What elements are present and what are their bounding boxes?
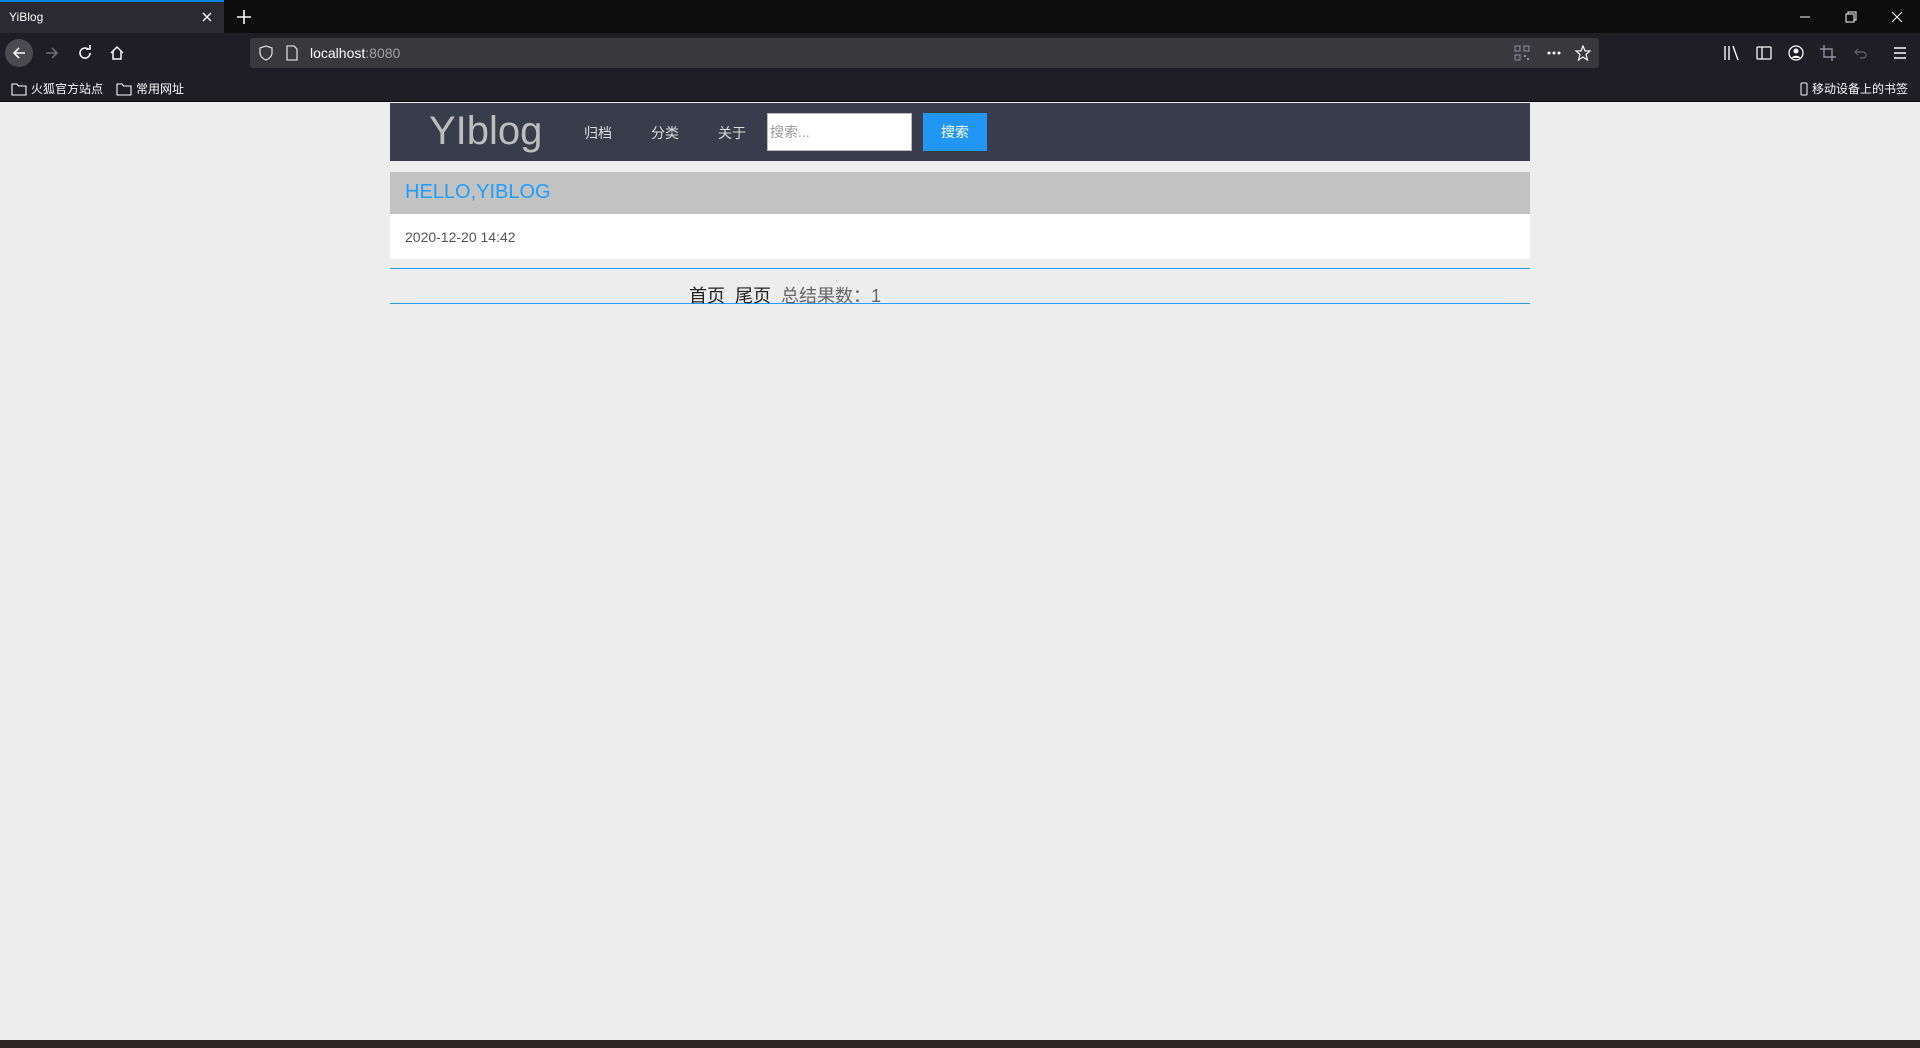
post-card: HELLO,YIBLOG 2020-12-20 14:42 [390, 172, 1530, 259]
mobile-bookmarks[interactable]: 移动设备上的书签 [1800, 80, 1908, 97]
restore-icon[interactable] [1828, 0, 1874, 33]
url-text: localhost:8080 [310, 45, 400, 61]
mobile-device-icon [1800, 82, 1808, 95]
forward-button[interactable] [38, 39, 66, 67]
browser-toolbar: localhost:8080 [0, 33, 1920, 73]
pagination: 首页 尾页 总结果数：1 [390, 268, 1530, 306]
sidebar-icon[interactable] [1755, 44, 1773, 62]
qr-code-icon[interactable] [1514, 45, 1530, 61]
bookmark-folder-firefox[interactable]: 火狐官方站点 [11, 80, 103, 97]
back-button[interactable] [5, 39, 33, 67]
folder-icon [116, 82, 132, 96]
arrow-right-icon [46, 47, 59, 59]
site-header: YIblog 归档 分类 关于 搜索 [390, 103, 1530, 161]
bookmark-folder-common[interactable]: 常用网址 [116, 80, 184, 97]
screenshot-crop-icon[interactable] [1819, 44, 1837, 62]
browser-tab[interactable]: YiBlog [0, 0, 224, 33]
minimize-icon[interactable] [1782, 0, 1828, 33]
url-host: localhost [310, 45, 366, 61]
address-bar[interactable]: localhost:8080 [250, 38, 1599, 68]
account-icon[interactable] [1787, 44, 1805, 62]
post-date: 2020-12-20 14:42 [405, 229, 516, 245]
new-tab-icon[interactable] [232, 5, 256, 29]
mobile-bookmarks-label: 移动设备上的书签 [1812, 82, 1909, 96]
nav-link-category[interactable]: 分类 [651, 123, 679, 143]
reload-button[interactable] [71, 39, 99, 67]
bookmark-star-icon[interactable] [1574, 44, 1592, 62]
post-title-bar: HELLO,YIBLOG [390, 172, 1530, 214]
first-page-link[interactable]: 首页 [689, 282, 725, 308]
home-icon [110, 45, 124, 60]
search-button[interactable]: 搜索 [923, 113, 987, 151]
hamburger-menu-icon[interactable] [1891, 44, 1909, 62]
tab-title: YiBlog [9, 10, 44, 24]
more-actions-icon[interactable] [1546, 45, 1562, 61]
arrow-left-icon [12, 47, 25, 59]
bookmark-label: 常用网址 [136, 82, 185, 96]
undo-icon[interactable] [1851, 44, 1869, 62]
total-results-count: 1 [871, 286, 882, 306]
window-close-icon[interactable] [1874, 0, 1920, 33]
post-title-link[interactable]: HELLO,YIBLOG [405, 181, 551, 204]
page-info-icon[interactable] [284, 45, 300, 61]
url-port: :8080 [365, 45, 401, 61]
last-page-link[interactable]: 尾页 [735, 282, 771, 308]
library-icon[interactable] [1723, 44, 1741, 62]
nav-link-about[interactable]: 关于 [718, 123, 746, 143]
home-button[interactable] [103, 39, 131, 67]
folder-icon [11, 82, 27, 96]
shield-icon[interactable] [258, 45, 274, 61]
nav-link-archive[interactable]: 归档 [584, 123, 612, 143]
reload-icon [79, 45, 91, 59]
bookmark-label: 火狐官方站点 [31, 82, 104, 96]
bookmarks-toolbar: 火狐官方站点 常用网址 移动设备上的书签 [0, 73, 1920, 102]
total-results: 总结果数：1 [781, 282, 881, 308]
taskbar [0, 1040, 1920, 1048]
tab-strip: YiBlog [0, 0, 1920, 33]
search-input[interactable] [767, 113, 912, 151]
close-tab-icon[interactable] [199, 9, 215, 25]
total-results-label: 总结果数： [781, 286, 871, 306]
site-logo[interactable]: YIblog [429, 109, 542, 154]
